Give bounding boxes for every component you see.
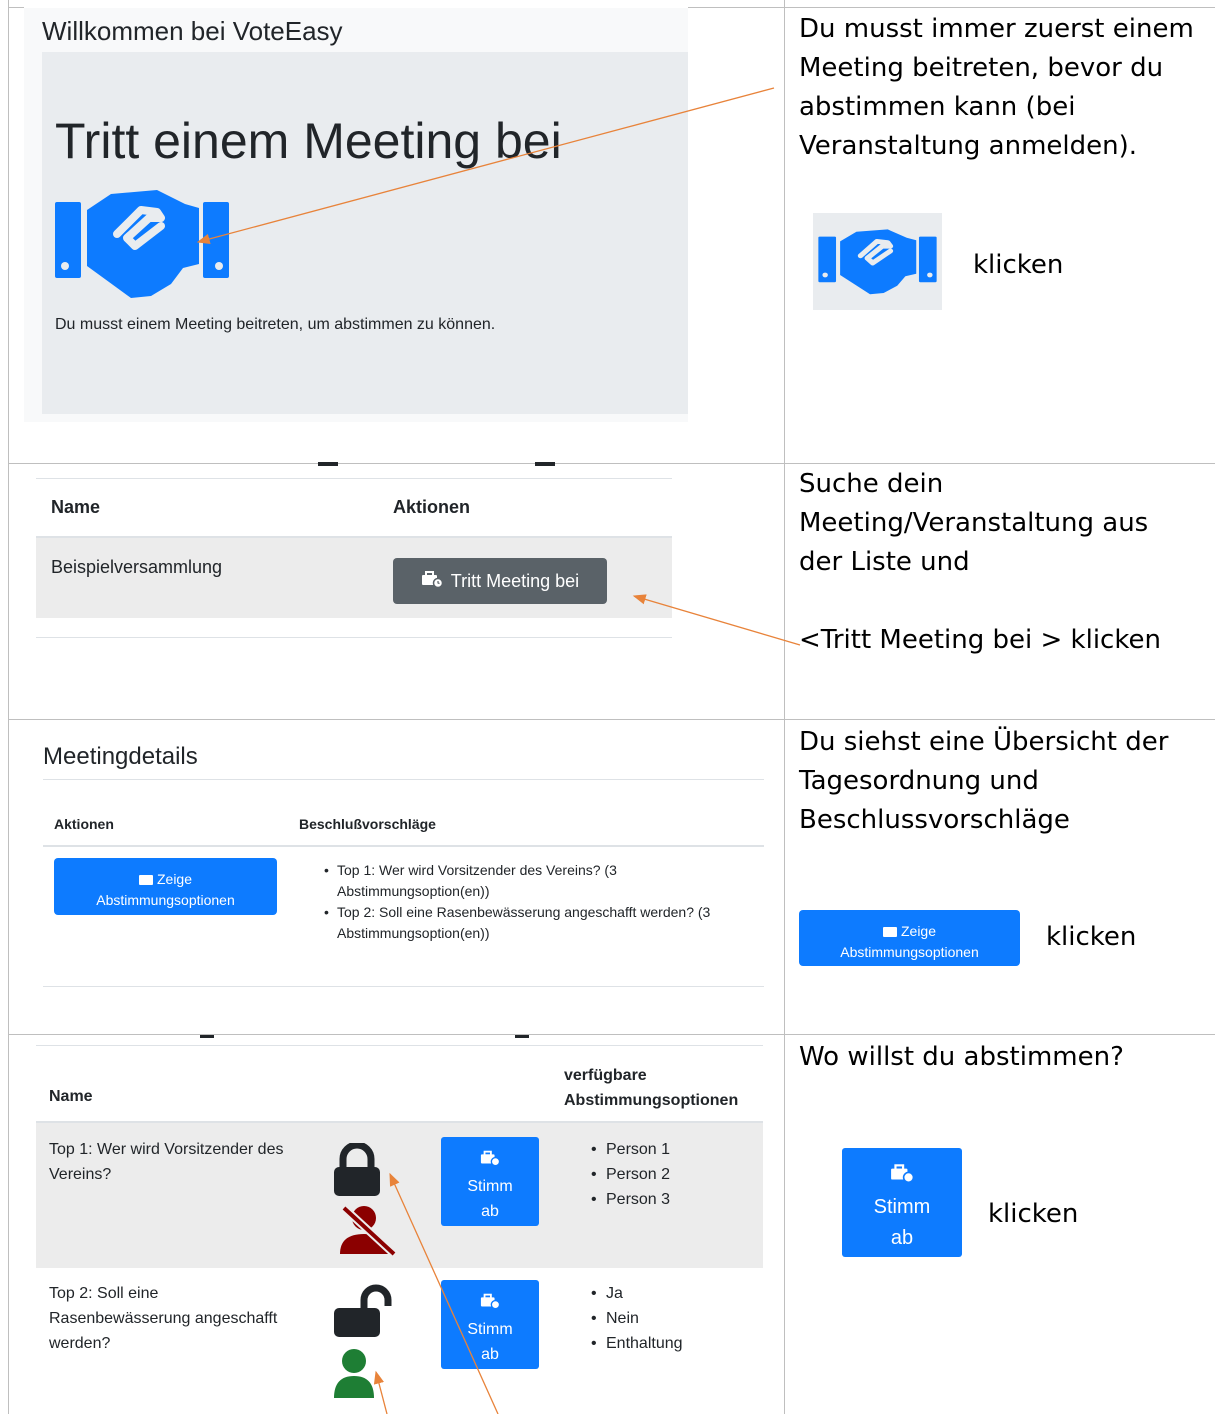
table-border-top-right [688, 7, 1215, 8]
agenda-item-name: Top 1: Wer wird Vorsitzender des Vereins? [49, 1141, 284, 1183]
instruction-line: abstimmen kann (bei [799, 92, 1076, 122]
agenda-item-name: Top 2: Soll eine Rasenbewässerung angesch… [49, 1285, 278, 1352]
list-item: Nein [586, 1306, 683, 1331]
instruction-line: Tagesordnung und [799, 766, 1039, 796]
handshake-icon-example [813, 213, 942, 310]
show-options-line2: Abstimmungsoptionen [840, 943, 979, 960]
join-meeting-button[interactable]: Tritt Meeting bei [393, 558, 607, 604]
list-item: Person 2 [586, 1162, 670, 1187]
join-meeting-jumbotron[interactable]: Tritt einem Meeting bei Du musst einem M… [42, 52, 688, 414]
list-item: Top 2: Soll eine Rasenbewässerung angesc… [320, 902, 760, 944]
table-header-border [43, 845, 764, 847]
briefcase-clock-icon [480, 1150, 501, 1170]
briefcase-clock-icon [421, 570, 444, 592]
row-divider-2 [8, 719, 1215, 720]
row-divider-1 [8, 463, 1215, 464]
click-label: klicken [973, 250, 1064, 280]
column-header-actions: Aktionen [54, 816, 114, 832]
vote-label-1: Stimm [467, 1320, 513, 1338]
table-column-divider [784, 0, 785, 1414]
instruction-line: Du musst immer zuerst einem [799, 14, 1194, 44]
instruction-line: Meeting/Veranstaltung aus [799, 508, 1149, 538]
click-label: klicken [988, 1199, 1079, 1229]
id-card-icon [138, 875, 153, 885]
cropped-heading-remnant [535, 462, 555, 466]
row-divider-3 [8, 1034, 1215, 1035]
list-item: Person 3 [586, 1187, 670, 1212]
vote-button-example: Stimm ab [842, 1148, 962, 1257]
handshake-icon [817, 227, 938, 301]
table-bottom-border [36, 637, 672, 638]
list-item: Enthaltung [586, 1331, 683, 1356]
show-options-line2: Abstimmungsoptionen [96, 892, 235, 908]
column-header-name: Name [49, 1088, 93, 1105]
cropped-heading-remnant [200, 1035, 214, 1038]
instruction-line: Beschlussvorschläge [799, 805, 1070, 835]
instruction-line: Meeting beitreten, bevor du [799, 53, 1164, 83]
vote-button[interactable]: Stimm ab [441, 1137, 539, 1226]
column-header-options: verfügbare Abstimmungsoptionen [564, 1067, 739, 1109]
show-voting-options-button[interactable]: Zeige Abstimmungsoptionen [54, 858, 277, 915]
column-header-name: Name [51, 497, 101, 517]
table-row: Beispielversammlung Tritt Meeting bei [36, 538, 672, 618]
lock-icon [332, 1141, 382, 1203]
user-slash-icon [336, 1204, 398, 1261]
list-item: Top 1: Wer wird Vorsitzender des Vereins… [320, 860, 760, 902]
title-underline [43, 779, 764, 780]
list-item: Person 1 [586, 1137, 670, 1162]
proposals-list: Top 1: Wer wird Vorsitzender des Vereins… [320, 860, 760, 944]
table-top-border [36, 478, 672, 479]
instruction: Wo willst du abstimmen? [799, 1042, 1124, 1072]
table-border-top [8, 7, 24, 8]
show-options-line1: Zeige [900, 922, 937, 939]
column-header-proposals: Beschlußvorschläge [299, 816, 436, 832]
vote-label-1: Stimm [873, 1196, 931, 1218]
welcome-title: Willkommen bei VoteEasy [42, 16, 343, 46]
vote-label-2: ab [890, 1227, 914, 1249]
meeting-name: Beispielversammlung [51, 557, 223, 577]
join-meeting-label: Tritt Meeting bei [450, 570, 580, 591]
show-options-line1: Zeige [156, 871, 193, 887]
unlock-icon [332, 1284, 392, 1344]
table-top-border [36, 1045, 763, 1046]
show-voting-options-button-example: Zeige Abstimmungsoptionen [799, 910, 1020, 966]
instruction-line: der Liste und [799, 547, 970, 577]
handshake-icon[interactable] [53, 186, 231, 306]
vote-label-1: Stimm [467, 1177, 513, 1195]
jumbotron-heading: Tritt einem Meeting bei [55, 113, 562, 169]
cropped-heading-remnant [318, 462, 338, 466]
list-item: Ja [586, 1281, 683, 1306]
instruction-line: Du siehst eine Übersicht der [799, 727, 1169, 757]
vote-label-2: ab [481, 1345, 499, 1363]
vote-button[interactable]: Stimm ab [441, 1280, 539, 1369]
briefcase-clock-icon [480, 1293, 501, 1313]
table-bottom-border [43, 986, 764, 987]
id-card-icon [882, 926, 897, 937]
vote-label-2: ab [481, 1202, 499, 1220]
welcome-screenshot: Willkommen bei VoteEasy Tritt einem Meet… [24, 8, 688, 422]
instruction-line: Veranstaltung anmelden). [799, 131, 1138, 161]
click-label: klicken [1046, 922, 1137, 952]
table-border-left [8, 0, 9, 1414]
meetingdetails-title: Meetingdetails [43, 743, 198, 770]
briefcase-clock-icon [890, 1164, 915, 1187]
arrow-to-user [373, 1370, 388, 1414]
cropped-heading-remnant [515, 1035, 529, 1038]
jumbotron-lead: Du musst einem Meeting beitreten, um abs… [55, 316, 496, 333]
user-icon [333, 1348, 375, 1403]
options-list: Ja Nein Enthaltung [586, 1281, 683, 1356]
column-header-actions: Aktionen [393, 497, 471, 517]
options-list: Person 1 Person 2 Person 3 [586, 1137, 670, 1212]
instruction-click: <Tritt Meeting bei > klicken [799, 625, 1161, 655]
instruction-line: Suche dein [799, 469, 944, 499]
